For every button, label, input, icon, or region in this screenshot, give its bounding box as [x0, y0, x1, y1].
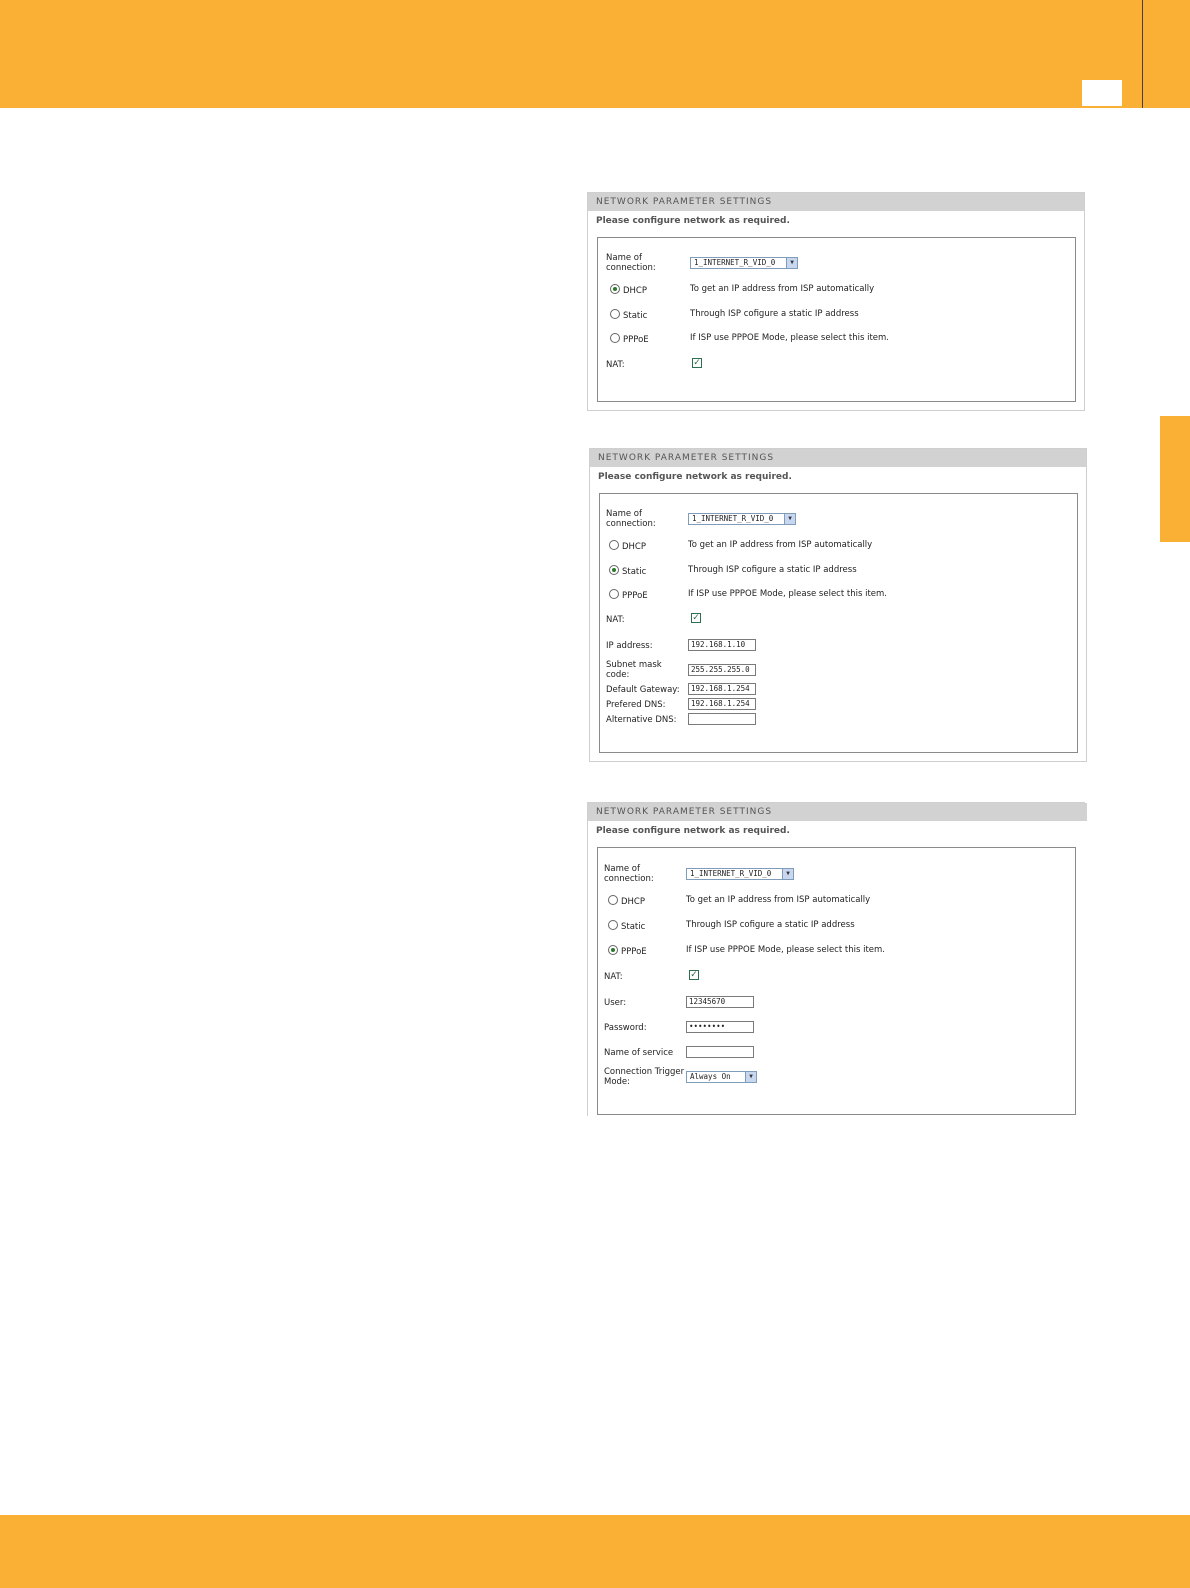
service-name-label: Name of service [604, 1048, 674, 1058]
service-name-input[interactable] [686, 1046, 754, 1058]
radio-dhcp-label: DHCP [621, 897, 645, 907]
radio-static-desc: Through ISP cofigure a static IP address [686, 920, 855, 930]
connection-name-value: 1_INTERNET_R_VID_0 [690, 869, 772, 878]
radio-dhcp[interactable] [608, 895, 618, 905]
panel-header: NETWORK PARAMETER SETTINGS [588, 803, 1087, 821]
panel-header: NETWORK PARAMETER SETTINGS [588, 193, 1084, 211]
password-input[interactable]: •••••••• [686, 1021, 754, 1033]
radio-static-label: Static [622, 567, 647, 577]
nat-label: NAT: [606, 360, 625, 370]
radio-dhcp-label: DHCP [623, 286, 647, 296]
panel-pppoe: NETWORK PARAMETER SETTINGS Please config… [587, 802, 1087, 1116]
page-number-box [1082, 80, 1122, 106]
password-label: Password: [604, 1023, 647, 1033]
prefered-dns-input[interactable]: 192.168.1.254 [688, 698, 756, 710]
nat-checkbox[interactable]: ✓ [692, 358, 702, 368]
panel-subtitle: Please configure network as required. [596, 826, 790, 836]
chevron-down-icon[interactable]: ▼ [784, 514, 795, 524]
panel-dhcp: NETWORK PARAMETER SETTINGS Please config… [587, 192, 1085, 411]
alternative-dns-label: Alternative DNS: [606, 715, 677, 725]
radio-static[interactable] [609, 565, 619, 575]
radio-pppoe[interactable] [610, 333, 620, 343]
radio-dhcp-desc: To get an IP address from ISP automatica… [690, 284, 875, 294]
connection-name-value: 1_INTERNET_R_VID_0 [694, 258, 776, 267]
nat-checkbox[interactable]: ✓ [691, 613, 701, 623]
radio-pppoe-desc: If ISP use PPPOE Mode, please select thi… [686, 945, 886, 955]
radio-pppoe-label: PPPoE [621, 947, 647, 957]
subnet-mask-label: Subnet mask code: [606, 660, 662, 680]
ip-address-label: IP address: [606, 641, 653, 651]
radio-static-desc: Through ISP cofigure a static IP address [688, 565, 857, 575]
nat-label: NAT: [604, 972, 623, 982]
panel-subtitle: Please configure network as required. [596, 216, 790, 226]
bottom-banner [0, 1515, 1190, 1588]
trigger-mode-label: Connection Trigger Mode: [604, 1067, 685, 1087]
radio-static-label: Static [621, 922, 646, 932]
trigger-mode-value: Always On [690, 1072, 731, 1081]
radio-dhcp[interactable] [610, 284, 620, 294]
nat-label: NAT: [606, 615, 625, 625]
radio-dhcp[interactable] [609, 540, 619, 550]
page-edge-line [1142, 0, 1143, 108]
radio-dhcp-label: DHCP [622, 542, 646, 552]
connection-name-value: 1_INTERNET_R_VID_0 [692, 514, 774, 523]
settings-box: Name of connection: 1_INTERNET_R_VID_0 ▼ … [599, 493, 1078, 753]
radio-pppoe[interactable] [608, 945, 618, 955]
prefered-dns-label: Prefered DNS: [606, 700, 666, 710]
radio-pppoe-desc: If ISP use PPPOE Mode, please select thi… [688, 589, 888, 599]
chevron-down-icon[interactable]: ▼ [786, 258, 797, 268]
connection-name-select[interactable]: 1_INTERNET_R_VID_0 ▼ [686, 868, 794, 880]
radio-dhcp-desc: To get an IP address from ISP automatica… [686, 895, 871, 905]
chevron-down-icon[interactable]: ▼ [745, 1072, 756, 1082]
user-input[interactable]: 12345670 [686, 996, 754, 1008]
panel-header: NETWORK PARAMETER SETTINGS [590, 449, 1086, 467]
panel-static: NETWORK PARAMETER SETTINGS Please config… [589, 448, 1087, 762]
settings-box: Name of connection: 1_INTERNET_R_VID_0 ▼ … [597, 847, 1076, 1115]
radio-static[interactable] [608, 920, 618, 930]
radio-static[interactable] [610, 309, 620, 319]
chevron-down-icon[interactable]: ▼ [782, 869, 793, 879]
connection-name-select[interactable]: 1_INTERNET_R_VID_0 ▼ [690, 257, 798, 269]
default-gateway-label: Default Gateway: [606, 685, 680, 695]
radio-pppoe[interactable] [609, 589, 619, 599]
user-label: User: [604, 998, 627, 1008]
alternative-dns-input[interactable] [688, 713, 756, 725]
trigger-mode-select[interactable]: Always On ▼ [686, 1071, 757, 1083]
radio-pppoe-label: PPPoE [623, 335, 649, 345]
connection-name-select[interactable]: 1_INTERNET_R_VID_0 ▼ [688, 513, 796, 525]
radio-pppoe-desc: If ISP use PPPOE Mode, please select thi… [690, 333, 890, 343]
settings-box: Name of connection: 1_INTERNET_R_VID_0 ▼ … [597, 237, 1076, 402]
radio-pppoe-label: PPPoE [622, 591, 648, 601]
connection-name-label: Name of connection: [606, 253, 656, 273]
chapter-side-tab [1160, 416, 1190, 542]
panel-subtitle: Please configure network as required. [598, 472, 792, 482]
radio-static-desc: Through ISP cofigure a static IP address [690, 309, 859, 319]
radio-static-label: Static [623, 311, 648, 321]
top-banner [0, 0, 1190, 108]
radio-dhcp-desc: To get an IP address from ISP automatica… [688, 540, 873, 550]
connection-name-label: Name of connection: [606, 509, 656, 529]
ip-address-input[interactable]: 192.168.1.10 [688, 639, 756, 651]
subnet-mask-input[interactable]: 255.255.255.0 [688, 664, 756, 676]
default-gateway-input[interactable]: 192.168.1.254 [688, 683, 756, 695]
connection-name-label: Name of connection: [604, 864, 654, 884]
nat-checkbox[interactable]: ✓ [689, 970, 699, 980]
